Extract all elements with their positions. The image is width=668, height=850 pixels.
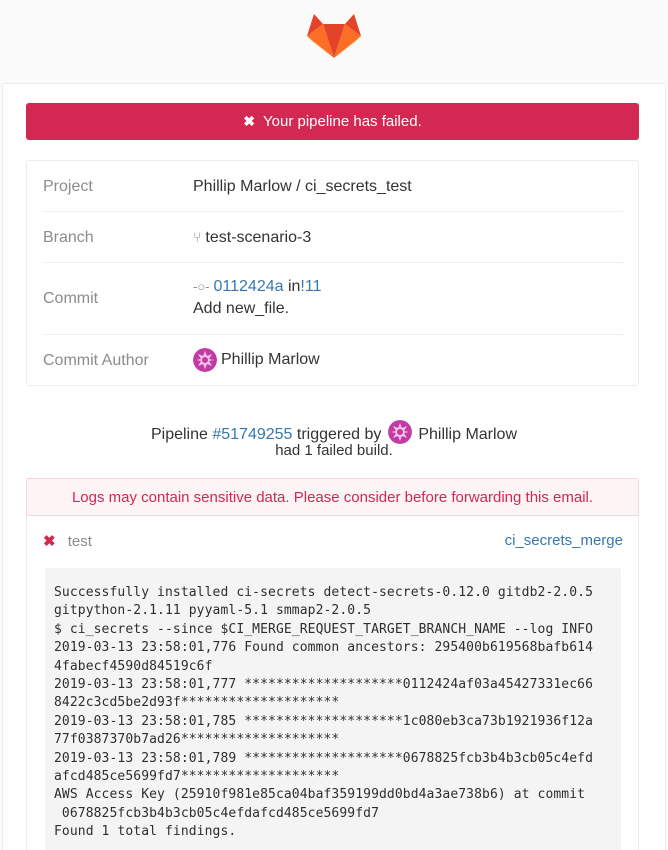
- commit-label: Commit: [43, 290, 99, 307]
- branch-value[interactable]: test-scenario-3: [205, 229, 311, 246]
- avatar: [193, 348, 217, 372]
- trigger-user-name[interactable]: Phillip Marlow: [418, 426, 517, 443]
- branch-label: Branch: [43, 229, 94, 246]
- close-icon: ✖: [243, 113, 255, 129]
- branch-icon: ⑂: [193, 229, 202, 245]
- branch-value-wrap: ⑂ test-scenario-3: [193, 229, 311, 247]
- commit-line: -○- 0112424a in!11: [193, 278, 321, 296]
- failed-count-text: had 1 failed build.: [275, 442, 393, 459]
- alert-text: Your pipeline has failed.: [263, 113, 422, 130]
- log-line: 2019-03-13 23:58:01,777 ****************…: [54, 677, 594, 693]
- author-name[interactable]: Phillip Marlow: [221, 351, 320, 368]
- log-line: Successfully installed ci-secrets detect…: [54, 585, 594, 600]
- commit-row: Commit -○- 0112424a in!11 Add new_file.: [43, 263, 623, 335]
- commit-in-text: in: [287, 278, 301, 295]
- commit-sha-link[interactable]: 0112424a: [214, 278, 284, 295]
- log-line: 2019-03-13 23:58:01,785 ****************…: [54, 713, 594, 729]
- commit-icon: -○-: [193, 279, 210, 294]
- failed-build-section: ✖ test ci_secrets_merge Successfully ins…: [26, 516, 639, 850]
- build-log: Successfully installed ci-secrets detect…: [45, 568, 621, 850]
- project-label: Project: [43, 178, 93, 195]
- triggered-by-text: triggered by: [296, 426, 382, 443]
- build-header: ✖ test ci_secrets_merge: [43, 532, 623, 552]
- pipeline-id-link[interactable]: #51749255: [212, 426, 292, 443]
- log-line: 2019-03-13 23:58:01,776 Found common anc…: [54, 640, 594, 656]
- log-line: 8422c3cd5be2d93f********************: [54, 695, 340, 711]
- warning-text: Logs may contain sensitive data. Please …: [71, 488, 594, 506]
- gitlab-tanuki-icon: [307, 14, 361, 58]
- author-row: Commit Author Phillip Marlow: [43, 335, 623, 387]
- log-line: $ ci_secrets --since $CI_MERGE_REQUEST_T…: [54, 621, 594, 637]
- branch-row: Branch ⑂ test-scenario-3: [43, 212, 623, 263]
- build-stage-link[interactable]: ci_secrets_merge: [505, 532, 623, 549]
- log-line: 77f0387370b7ad26********************: [54, 732, 340, 748]
- project-row: Project Phillip Marlow / ci_secrets_test: [43, 161, 623, 212]
- merge-request-link[interactable]: !11: [300, 278, 321, 295]
- pipeline-failed-alert: ✖ Your pipeline has failed.: [26, 103, 639, 140]
- author-value-wrap: Phillip Marlow: [193, 348, 320, 372]
- sensitive-data-warning: Logs may contain sensitive data. Please …: [26, 478, 639, 516]
- log-line: Found 1 total findings.: [54, 824, 237, 840]
- author-label: Commit Author: [43, 352, 149, 369]
- pipeline-prefix: Pipeline: [150, 426, 208, 443]
- log-line: 2019-03-13 23:58:01,789 ****************…: [54, 750, 594, 766]
- project-value: Phillip Marlow / ci_secrets_test: [193, 178, 412, 195]
- pipeline-info-table: Project Phillip Marlow / ci_secrets_test…: [26, 160, 639, 386]
- log-line: 4fabecf4590d84519c6f: [54, 658, 213, 674]
- avatar: [387, 420, 412, 444]
- pipeline-trigger-line: Pipeline #51749255 triggered by Phillip …: [0, 420, 668, 444]
- build-name: test: [67, 533, 92, 550]
- header: [0, 0, 668, 83]
- log-line: afcd485ce5699fd7********************: [54, 769, 340, 785]
- log-line: 0678825fcb3b4b3cb05c4efdafcd485ce5699fd7: [54, 805, 379, 821]
- commit-message: Add new_file.: [193, 300, 290, 317]
- log-line: gitpython-2.1.11 pyyaml-5.1 smmap2-2.0.5: [54, 603, 372, 619]
- pipeline-summary: Pipeline #51749255 triggered by Phillip …: [0, 420, 668, 459]
- log-line: AWS Access Key (25910f981e85ca04baf35919…: [54, 787, 586, 803]
- close-icon: ✖: [43, 533, 56, 550]
